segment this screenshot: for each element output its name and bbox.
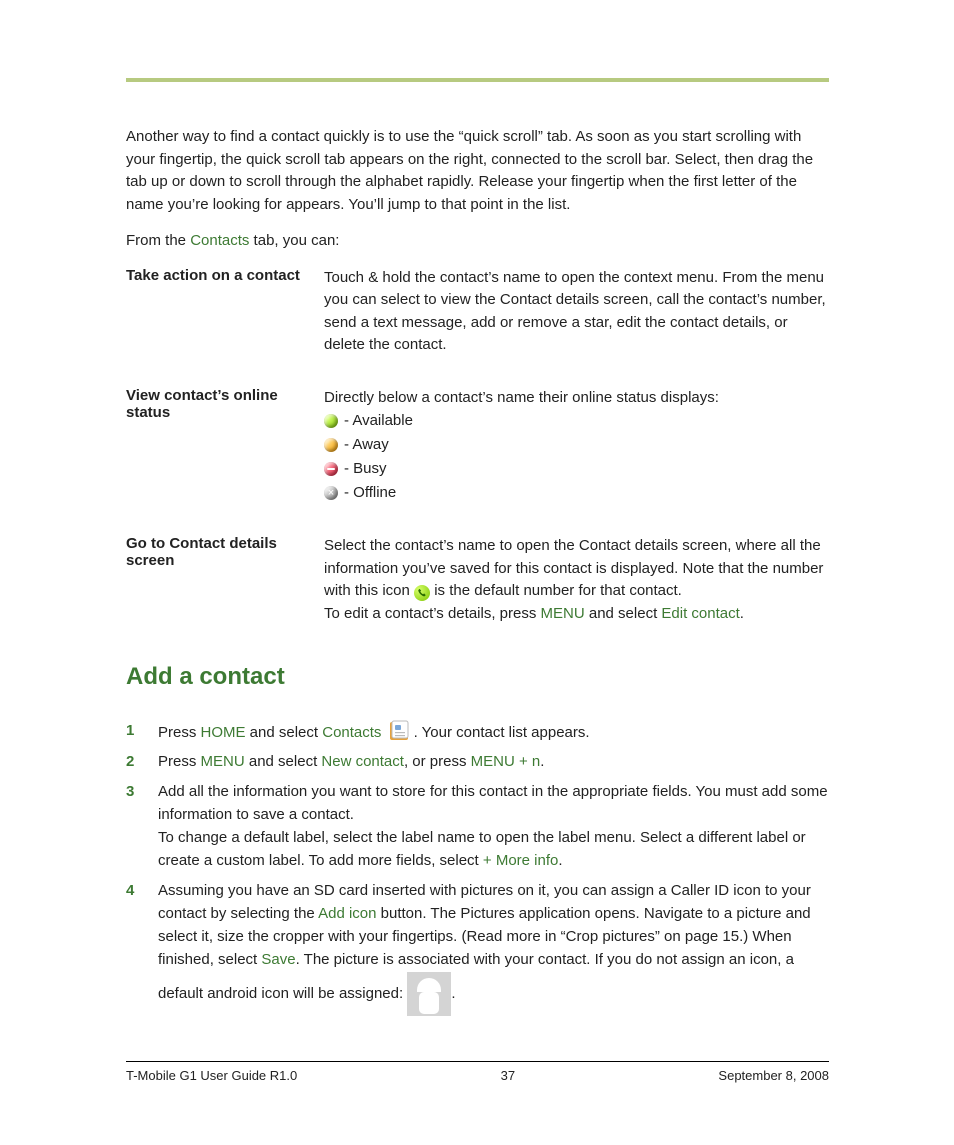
step1-b: and select [246,724,323,741]
steps-list: 1 Press HOME and select Contacts . Your … [126,719,829,1016]
step-number: 2 [126,750,138,773]
step1-a: Press [158,724,201,741]
step2-b: and select [245,753,322,770]
offline-icon [324,486,338,500]
busy-icon [324,462,338,476]
details-p2c: . [740,605,744,622]
contacts-link-text: Contacts [190,232,249,249]
save-label: Save [261,951,295,968]
step3-p2: To change a default label, select the la… [158,826,829,873]
table-row: View contact’s online status Directly be… [126,387,829,536]
footer-date: September 8, 2008 [718,1068,829,1083]
status-available: - Available [324,409,829,433]
term-take-action: Take action on a contact [126,267,324,387]
step-body: Press MENU and select New contact, or pr… [158,750,829,773]
contacts-app-icon [386,719,414,743]
footer-left: T-Mobile G1 User Guide R1.0 [126,1068,297,1083]
step-body: Add all the information you want to stor… [158,780,829,873]
section-heading: Add a contact [126,663,829,691]
default-number-icon [414,585,430,601]
home-label: HOME [201,724,246,741]
step-body: Assuming you have an SD card inserted wi… [158,879,829,1016]
away-icon [324,438,338,452]
status-busy: - Busy [324,457,829,481]
new-contact-label: New contact [321,753,404,770]
page-footer: T-Mobile G1 User Guide R1.0 37 September… [126,1061,829,1083]
from-contacts-line: From the Contacts tab, you can: [126,230,829,253]
intro-paragraph: Another way to find a contact quickly is… [126,126,829,216]
from-line-pre: From the [126,232,190,249]
status-busy-label: - Busy [344,457,387,481]
status-offline-label: - Offline [344,481,396,505]
menu-label: MENU [541,605,585,622]
step-number: 3 [126,780,138,873]
from-line-post: tab, you can: [249,232,339,249]
menu-label: MENU [201,753,245,770]
step-number: 4 [126,879,138,1016]
desc-online-status: Directly below a contact’s name their on… [324,387,829,536]
status-lead: Directly below a contact’s name their on… [324,387,829,410]
status-away-label: - Away [344,433,389,457]
list-item: 3 Add all the information you want to st… [126,780,829,873]
step3-p1: Add all the information you want to stor… [158,780,829,827]
step-body: Press HOME and select Contacts . Your co… [158,719,829,744]
desc-take-action: Touch & hold the contact’s name to open … [324,267,829,387]
menu-combo-label: MENU + n [471,753,541,770]
table-row: Take action on a contact Touch & hold th… [126,267,829,387]
details-p1b: is the default number for that contact. [430,582,682,599]
term-contact-details: Go to Contact details screen [126,535,324,625]
available-icon [324,414,338,428]
more-info-label: + More info [483,852,558,869]
desc-contact-details: Select the contact’s name to open the Co… [324,535,829,625]
add-icon-label: Add icon [318,905,376,922]
footer-page-number: 37 [501,1068,515,1083]
list-item: 2 Press MENU and select New contact, or … [126,750,829,773]
status-offline: - Offline [324,481,829,505]
contacts-label: Contacts [322,724,381,741]
details-p2b: and select [585,605,662,622]
step-number: 1 [126,719,138,744]
step2-a: Press [158,753,201,770]
list-item: 1 Press HOME and select Contacts . Your … [126,719,829,744]
term-online-status: View contact’s online status [126,387,324,536]
status-away: - Away [324,433,829,457]
definitions-table: Take action on a contact Touch & hold th… [126,267,829,626]
table-row: Go to Contact details screen Select the … [126,535,829,625]
edit-contact-label: Edit contact [661,605,739,622]
default-android-icon [407,972,451,1016]
step3-p2a: To change a default label, select the la… [158,829,806,869]
step3-p2b: . [558,852,562,869]
status-available-label: - Available [344,409,413,433]
step2-d: . [540,753,544,770]
list-item: 4 Assuming you have an SD card inserted … [126,879,829,1016]
step2-c: , or press [404,753,471,770]
step1-d: . Your contact list appears. [414,724,590,741]
step4-d: . [451,985,455,1002]
details-p2a: To edit a contact’s details, press [324,605,541,622]
